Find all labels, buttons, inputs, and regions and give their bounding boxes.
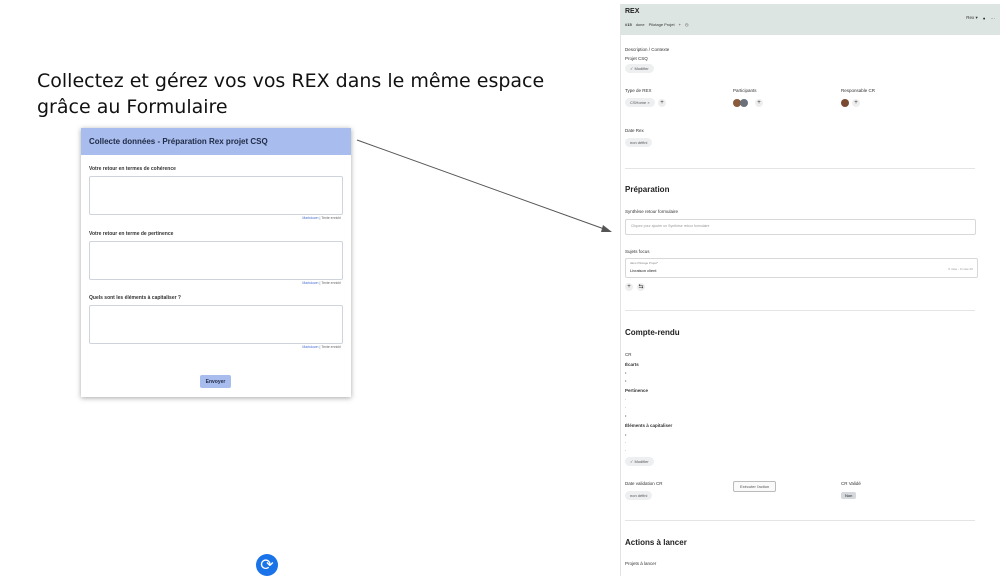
add-type-plus-icon[interactable]: +: [658, 99, 666, 107]
sujets-context: dans Pilotage Projet*: [630, 261, 659, 265]
date-rex-value[interactable]: non défini: [625, 138, 653, 147]
type-label: Type de REX: [625, 88, 652, 93]
link-icon[interactable]: ⇆: [637, 283, 645, 291]
bullet: ·: [625, 440, 627, 445]
date-rex-label: Date Rex: [625, 128, 644, 133]
sujets-item[interactable]: dans Pilotage Projet* Livraison client 0…: [625, 258, 978, 278]
more-icon[interactable]: ···: [991, 16, 996, 21]
description-value: Projet CSQ: [625, 56, 648, 61]
cr-item-capitaliser: Éléments à capitaliser: [625, 423, 673, 428]
divider: [625, 520, 975, 521]
projets-label: Projets à lancer: [625, 561, 657, 566]
edit-button[interactable]: ✓ Modifier: [625, 457, 654, 466]
user-menu[interactable]: Rex ▾: [966, 15, 978, 21]
arrow-line: [356, 139, 608, 231]
cr-valide-value[interactable]: Non: [841, 492, 857, 499]
avatar[interactable]: [841, 99, 849, 107]
description-label: Description / Contexte: [625, 47, 670, 52]
refresh-icon[interactable]: ⟳: [256, 554, 278, 576]
synthese-label: Synthèse retour formulaire: [625, 209, 679, 214]
edit-button[interactable]: ✓ Modifier: [625, 64, 654, 73]
section-compte-rendu: Compte-rendu: [625, 328, 680, 337]
plus-icon[interactable]: +: [679, 22, 681, 27]
breadcrumb: #15 done Pilotage Projet + ◷: [625, 22, 688, 27]
status: done: [635, 22, 645, 27]
avatar[interactable]: [740, 99, 748, 107]
sujets-meta: 0 mise - 0 mise ≡≡: [948, 267, 973, 271]
participants-label: Participants: [733, 88, 757, 93]
responsable-label: Responsable CR: [841, 88, 876, 93]
execute-action-button[interactable]: Exécuter l'action: [733, 481, 777, 492]
type-tag[interactable]: CSHome ×: [625, 98, 655, 107]
sujets-value: Livraison client: [630, 268, 657, 273]
bullet: •: [625, 370, 627, 375]
bullet: •: [625, 378, 627, 383]
bell-icon[interactable]: ●: [983, 16, 986, 21]
panel-topbar: REX #15 done Pilotage Projet + ◷ Rex ▾ ●…: [621, 4, 1000, 35]
synthese-placeholder: Cliquez pour ajouter un Synthèse retour …: [631, 224, 710, 228]
bullet: ·: [625, 405, 627, 410]
topbar-actions: Rex ▾ ● ···: [966, 15, 995, 21]
cr-valide-label: CR Validé: [841, 481, 861, 486]
arrow-head: [601, 225, 612, 232]
clock-icon[interactable]: ◷: [685, 22, 689, 27]
bullet: •: [625, 413, 627, 418]
cr-item-pertinence: Pertinence: [625, 388, 649, 393]
item-id: #15: [625, 22, 632, 27]
bullet: ·: [625, 448, 627, 453]
project-link[interactable]: Pilotage Projet: [649, 22, 675, 27]
section-preparation: Préparation: [625, 185, 670, 194]
panel-title: REX: [625, 8, 640, 15]
bullet: •: [625, 432, 627, 437]
sujets-label: Sujets focus: [625, 249, 650, 254]
rex-panel: REX #15 done Pilotage Projet + ◷ Rex ▾ ●…: [620, 4, 1000, 576]
cr-item-ecarts: Écarts: [625, 362, 639, 367]
add-sujet-plus-icon[interactable]: +: [625, 283, 633, 291]
date-validation-label: Date validation CR: [625, 481, 663, 486]
add-participant-plus-icon[interactable]: +: [755, 99, 763, 107]
divider: [625, 310, 975, 311]
divider: [625, 168, 975, 169]
synthese-input[interactable]: Cliquez pour ajouter un Synthèse retour …: [625, 219, 976, 235]
cr-label: CR: [625, 352, 632, 357]
date-validation-value[interactable]: non défini: [625, 491, 653, 500]
section-actions: Actions à lancer: [625, 538, 687, 547]
add-responsable-plus-icon[interactable]: +: [852, 99, 860, 107]
bullet: ·: [625, 397, 627, 402]
